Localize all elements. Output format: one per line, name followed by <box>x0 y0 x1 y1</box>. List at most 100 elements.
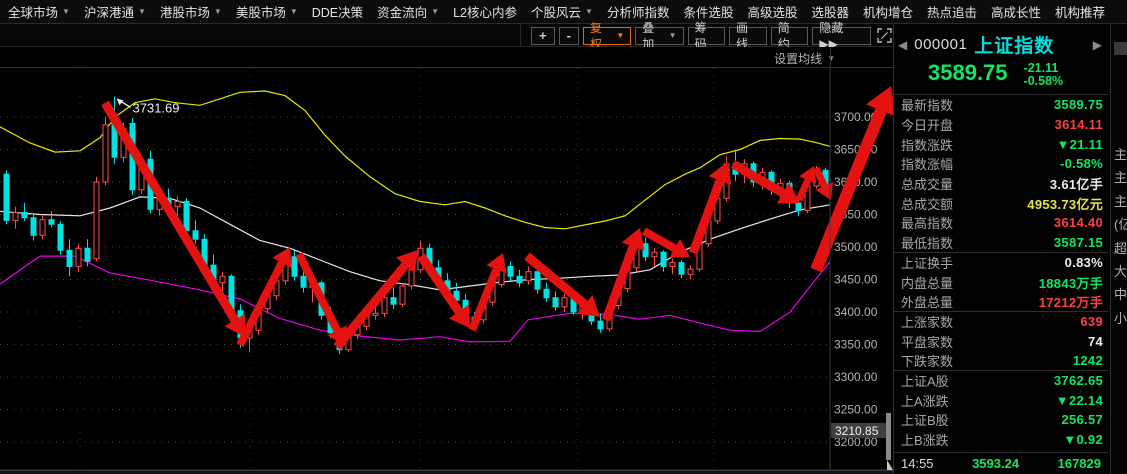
menu-item-6[interactable]: L2核心内参 <box>453 2 517 21</box>
zoom-out-button[interactable]: - <box>559 27 579 45</box>
current-level-label: 3210.85 <box>835 424 879 438</box>
candle-body <box>526 272 531 281</box>
menu-item-12[interactable]: 机构增仓 <box>863 2 913 21</box>
candle-body <box>13 213 18 221</box>
quote-row-label: 内盘总量 <box>901 273 953 292</box>
toolbar-button-1[interactable]: 叠加▼ <box>635 27 683 45</box>
fullscreen-icon <box>877 28 892 43</box>
chevron-down-icon: ▼ <box>669 28 677 44</box>
candle-body <box>94 182 99 259</box>
quote-row-value: 3.61亿手 <box>1050 174 1103 193</box>
quote-row-5: 总成交额4953.73亿元 <box>894 193 1108 213</box>
next-stock-arrow-icon[interactable]: ▶ <box>1093 38 1102 52</box>
quote-price-row: 3589.75 -21.11 -0.58% <box>894 58 1108 88</box>
quote-row-value: 3614.11 <box>1055 117 1103 132</box>
menu-item-label: L2核心内参 <box>453 2 517 21</box>
quote-row-value: ▼0.92 <box>1063 432 1103 447</box>
quote-row-9: 内盘总量18843万手 <box>894 272 1108 292</box>
quote-row-label: 外盘总量 <box>901 292 953 311</box>
quote-status-volume: 167829 <box>1058 456 1101 471</box>
clipped-label-2: 主 <box>1114 190 1127 213</box>
toolbar-button-0[interactable]: 复权▼ <box>583 27 631 45</box>
candle-body <box>670 263 675 267</box>
candle-body <box>598 321 603 329</box>
prev-stock-arrow-icon[interactable]: ◀ <box>898 38 907 52</box>
candle-body <box>31 218 36 236</box>
menu-item-13[interactable]: 热点追击 <box>927 2 977 21</box>
quote-row-value: 74 <box>1088 334 1103 349</box>
menu-item-11[interactable]: 选股器 <box>811 2 849 21</box>
quote-row-6: 最高指数3614.40 <box>894 213 1108 233</box>
menu-item-7[interactable]: 个股风云▼ <box>531 2 593 21</box>
toolbar-button-2[interactable]: 筹码 <box>688 27 726 45</box>
menu-item-label: 美股市场 <box>236 2 286 21</box>
toolbar-button-3[interactable]: 画线 <box>729 27 767 45</box>
quote-time: 14:55 <box>901 456 934 471</box>
menu-item-label: 个股风云 <box>531 2 581 21</box>
menu-item-8[interactable]: 分析师指数 <box>607 2 670 21</box>
menu-item-3[interactable]: 美股市场 ▼ <box>236 2 298 21</box>
candle-body <box>76 248 81 266</box>
stock-code: 000001 <box>914 36 967 53</box>
kline-chart-svg[interactable]: 3700.003650.003600.003550.003500.003450.… <box>0 68 893 470</box>
chevron-down-icon: ▼ <box>214 8 222 16</box>
stock-app-window: 全球市场▼沪深港通▼港股市场▼美股市场▼DDE决策资金流向▼L2核心内参个股风云… <box>0 0 1127 474</box>
candle-body <box>22 213 27 218</box>
menu-item-9[interactable]: 条件选股 <box>683 2 733 21</box>
quote-row-value: 639 <box>1080 314 1103 329</box>
candle-body <box>544 289 549 297</box>
menu-item-label: 沪深港通 <box>84 2 134 21</box>
kline-chart-area[interactable]: 3700.003650.003600.003550.003500.003450.… <box>0 68 893 470</box>
quote-row-12: 平盘家数74 <box>894 331 1108 351</box>
y-axis-tick: 3400.00 <box>834 305 878 319</box>
menu-item-14[interactable]: 高成长性 <box>991 2 1041 21</box>
candle-body <box>508 267 513 277</box>
price-change-pct: -0.58% <box>1024 75 1064 88</box>
chevron-down-icon: ▼ <box>290 8 298 16</box>
chevron-down-icon: ▼ <box>431 8 439 16</box>
quote-row-8: 上证换手0.83% <box>894 253 1108 273</box>
y-axis-tick: 3250.00 <box>834 403 878 417</box>
quote-row-value: 3762.65 <box>1054 373 1103 388</box>
candle-body <box>400 286 405 304</box>
toolbar-button-5[interactable]: 隐藏 ▶▶ <box>812 27 871 45</box>
toolbar-button-4[interactable]: 简约 <box>771 27 809 45</box>
candle-body <box>373 313 378 315</box>
quote-row-label: 上B涨跌 <box>901 430 949 449</box>
zoom-in-button[interactable]: + <box>531 27 555 45</box>
menu-item-10[interactable]: 高级选股 <box>747 2 797 21</box>
candle-body <box>301 276 306 287</box>
menu-item-5[interactable]: 资金流向▼ <box>377 2 439 21</box>
menu-item-label: 分析师指数 <box>607 2 670 21</box>
quote-row-14: 上证A股3762.65 <box>894 371 1108 391</box>
candle-body <box>409 270 414 286</box>
menu-item-15[interactable]: 机构推荐 <box>1055 2 1105 21</box>
clipped-label-7: 小 <box>1114 307 1127 330</box>
menu-item-4[interactable]: DDE决策 <box>312 2 363 21</box>
scrollbar-thumb[interactable] <box>886 413 891 460</box>
quote-row-value: ▼22.14 <box>1056 393 1103 408</box>
quote-row-label: 指数涨跌 <box>901 135 953 154</box>
candle-body <box>661 252 666 266</box>
clipped-label-6: 中 <box>1114 283 1127 306</box>
quote-panel: ◀ 000001 上证指数 ▶ 3589.75 -21.11 -0.58% 最新… <box>893 24 1108 474</box>
ma-settings-button[interactable]: 设置均线 ▼ <box>774 50 835 67</box>
menu-item-label: 全球市场 <box>8 2 58 21</box>
menu-item-1[interactable]: 沪深港通▼ <box>84 2 146 21</box>
quote-row-value: 17212万手 <box>1039 292 1103 311</box>
clipped-label-5: 大 <box>1114 260 1127 283</box>
fullscreen-button[interactable] <box>875 27 893 45</box>
menu-item-label: 高级选股 <box>747 2 797 21</box>
quote-row-value: 1242 <box>1073 353 1103 368</box>
chevron-down-icon: ▼ <box>62 8 70 16</box>
candle-body <box>391 298 396 305</box>
menu-item-2[interactable]: 港股市场▼ <box>160 2 222 21</box>
quote-row-value: ▼21.11 <box>1057 137 1103 152</box>
y-axis-tick: 3450.00 <box>834 273 878 287</box>
quote-row-15: 上A涨跌▼22.14 <box>894 390 1108 410</box>
quote-row-7: 最低指数3587.15 <box>894 233 1108 253</box>
menu-item-0[interactable]: 全球市场 ▼ <box>8 2 70 21</box>
chart-toolbar: + - 复权▼叠加▼ 筹码画线简约隐藏 ▶▶ <box>0 24 893 47</box>
trend-arrow-shaft <box>105 103 235 320</box>
candle-body <box>796 203 801 211</box>
